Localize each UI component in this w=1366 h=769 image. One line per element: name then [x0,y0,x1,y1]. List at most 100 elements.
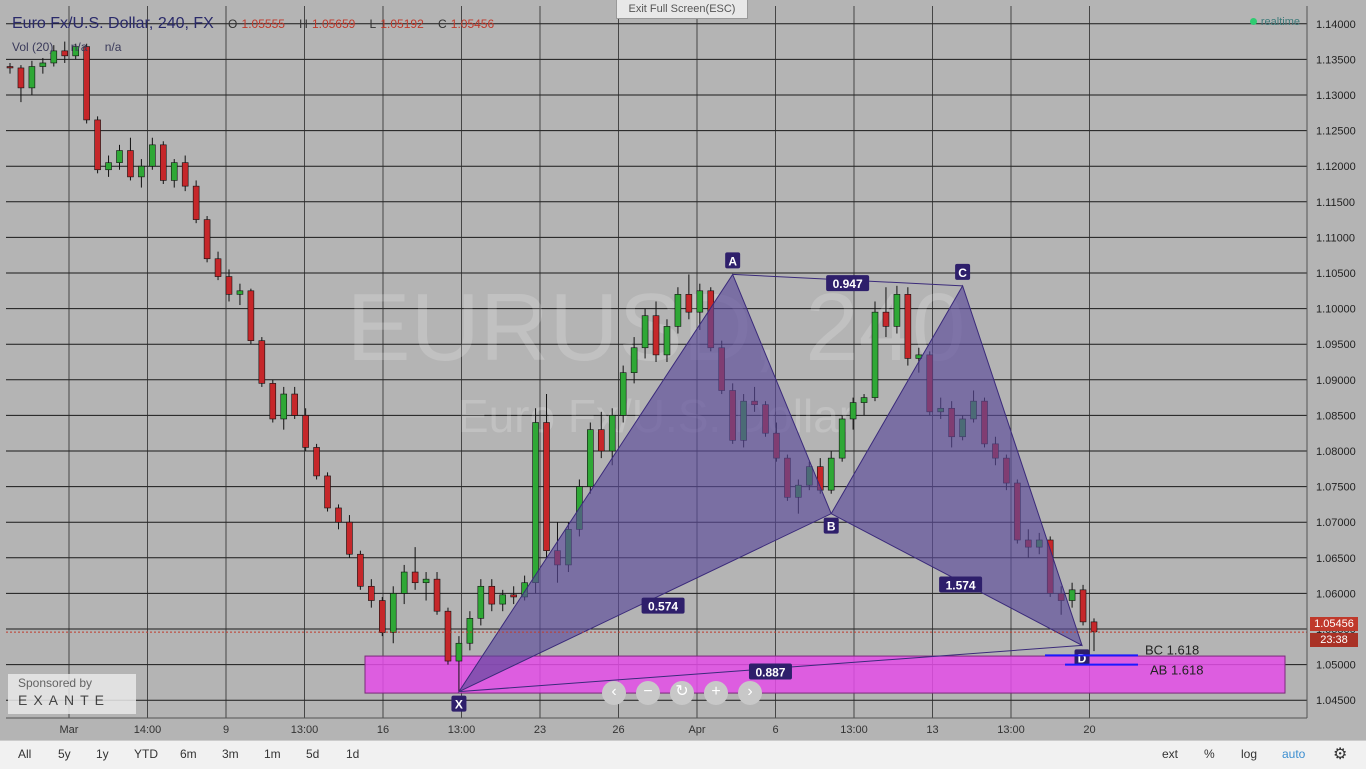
candle-body[interactable] [619,372,627,416]
candle-body[interactable] [280,393,288,420]
candle-body[interactable] [324,475,331,509]
candle-body[interactable] [904,294,912,359]
candle-body[interactable] [871,311,879,398]
candle-body[interactable] [247,290,255,341]
candle-body[interactable] [1090,621,1098,633]
exit-fullscreen-button[interactable]: Exit Full Screen(ESC) [616,0,748,19]
volume-label[interactable]: Vol (20) [12,40,53,54]
candle-body[interactable] [893,294,901,327]
candle-body[interactable] [138,165,145,178]
candle-body[interactable] [83,46,90,121]
candle-body[interactable] [663,326,671,356]
reset-icon[interactable]: ↻ [670,681,694,705]
candle-body[interactable] [1068,589,1076,601]
ext-toggle[interactable]: ext [1162,747,1178,761]
log-toggle[interactable]: log [1241,747,1257,761]
range-1y-button[interactable]: 1y [96,747,109,761]
x-tick-label: 14:00 [134,724,162,736]
candle-body[interactable] [6,66,14,69]
candle-body[interactable] [335,507,342,523]
candle-body[interactable] [17,67,25,89]
candle-body[interactable] [422,578,430,584]
candle-body[interactable] [225,276,233,295]
y-tick-label: 1.04500 [1316,695,1356,707]
candle-body[interactable] [499,594,507,605]
percent-toggle[interactable]: % [1204,747,1215,761]
candle-body[interactable] [433,578,441,612]
candle-body[interactable] [860,397,868,403]
range-1d-button[interactable]: 1d [346,747,359,761]
symbol-title[interactable]: Euro Fx/U.S. Dollar, 240, FX [12,15,214,32]
y-tick-label: 1.07000 [1316,517,1356,529]
candle-body[interactable] [269,383,277,420]
candle-body[interactable] [685,294,693,313]
candle-body[interactable] [368,585,375,601]
range-1m-button[interactable]: 1m [264,747,281,761]
range-5y-button[interactable]: 5y [58,747,71,761]
candle-body[interactable] [488,585,496,605]
candle-body[interactable] [389,593,397,633]
candle-body[interactable] [192,185,200,220]
candle-body[interactable] [838,418,846,459]
candle-body[interactable] [214,258,222,277]
auto-toggle[interactable]: auto [1282,747,1305,761]
candle-body[interactable] [652,315,660,356]
chart-area[interactable]: 1.14000 1.13500 1.13000 1.12500 1.12000 1.115… [0,0,1366,768]
candle-body[interactable] [608,415,616,452]
candle-body[interactable] [28,66,36,89]
realtime-label: realtime [1260,16,1300,28]
candle-body[interactable] [181,162,189,187]
candle-body[interactable] [160,144,167,181]
y-tick-label: 1.08000 [1316,446,1356,458]
candle-body[interactable] [510,594,517,598]
candle-body[interactable] [291,393,298,416]
candle-body[interactable] [630,347,638,373]
scroll-left-icon[interactable]: ‹ [602,681,626,705]
y-tick-label: 1.13000 [1316,90,1356,102]
candle-body[interactable] [379,600,386,633]
candle-body[interactable] [444,610,452,662]
candle-body[interactable] [105,162,112,171]
candle-body[interactable] [170,162,178,181]
candle-body[interactable] [641,315,649,349]
sponsor-box[interactable]: Sponsored by EXANTE [8,674,136,714]
candle-body[interactable] [674,294,682,327]
candle-body[interactable] [116,150,123,163]
candle-body[interactable] [94,119,101,171]
range-6m-button[interactable]: 6m [180,747,197,761]
candle-body[interactable] [313,447,320,477]
candle-body[interactable] [346,521,353,555]
candle-body[interactable] [127,150,134,178]
range-all-button[interactable]: All [18,747,31,761]
candle-body[interactable] [477,585,485,619]
zoom-out-icon[interactable]: − [636,681,660,705]
candle-body[interactable] [236,290,244,295]
candle-body[interactable] [39,62,47,67]
candle-body[interactable] [882,311,890,327]
settings-gear-icon[interactable]: ⚙ [1333,744,1347,764]
candle-body[interactable] [149,144,156,167]
scroll-right-icon[interactable]: › [738,681,762,705]
candle-body[interactable] [411,571,419,584]
candle-body[interactable] [849,402,857,420]
zoom-in-icon[interactable]: + [704,681,728,705]
price-chart[interactable]: 1.14000 1.13500 1.13000 1.12500 1.12000 1.115… [0,0,1366,768]
candle-body[interactable] [597,429,605,452]
candle-body[interactable] [400,571,408,594]
high-value: 1.05659 [311,17,356,31]
candle-body[interactable] [587,429,594,487]
candle-body[interactable] [455,642,463,662]
candle-body[interactable] [466,618,474,644]
range-ytd-button[interactable]: YTD [134,747,158,761]
candle-body[interactable] [827,457,835,491]
range-3m-button[interactable]: 3m [222,747,239,761]
candle-body[interactable] [696,290,704,313]
candle-body[interactable] [357,553,364,587]
candle-body[interactable] [302,415,309,448]
candle-body[interactable] [258,340,266,384]
range-5d-button[interactable]: 5d [306,747,319,761]
candle-body[interactable] [203,219,211,260]
candle-body[interactable] [532,422,539,584]
candle-body[interactable] [1079,589,1087,623]
candle-body[interactable] [543,422,550,551]
